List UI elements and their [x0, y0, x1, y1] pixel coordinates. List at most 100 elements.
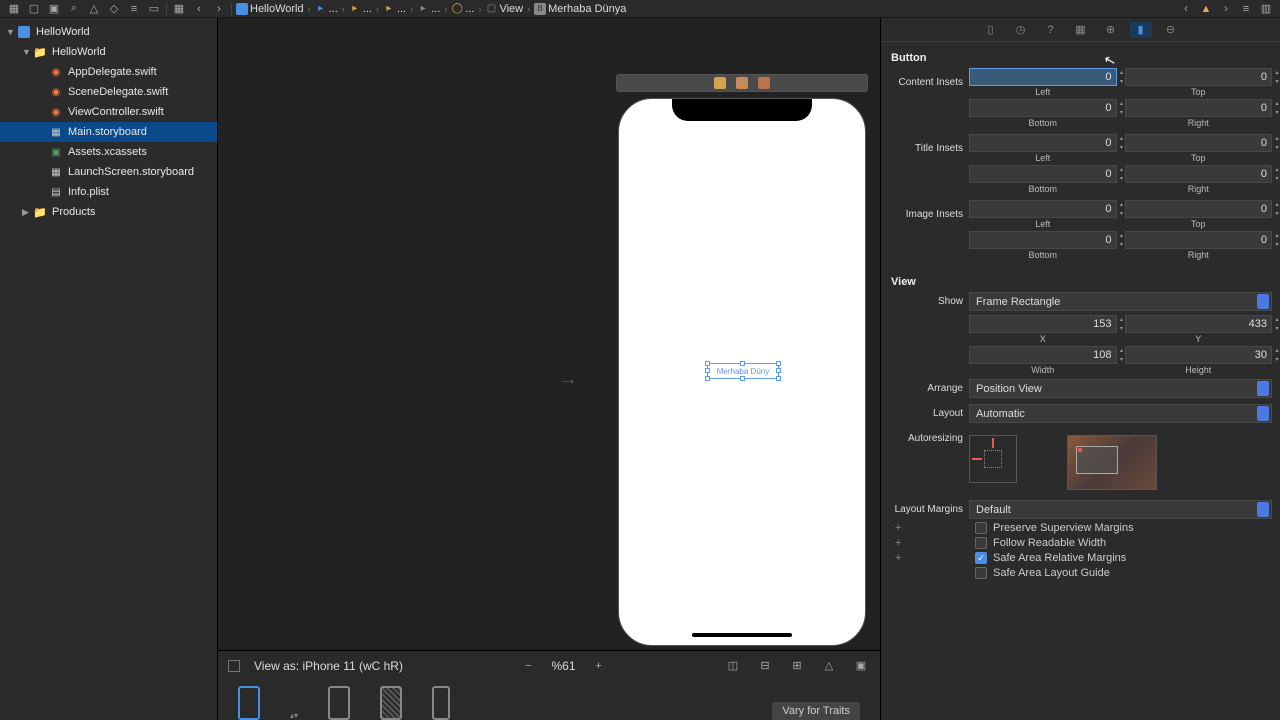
nav-back-icon[interactable]: ‹ — [1176, 2, 1196, 16]
resolve-icon[interactable]: △ — [820, 659, 838, 672]
title-insets-left-input[interactable]: 0▴▾ — [969, 134, 1117, 152]
embed-icon[interactable]: ▣ — [852, 659, 870, 672]
resize-handle[interactable] — [776, 361, 781, 366]
warning-badge-icon[interactable]: ▲ — [1196, 2, 1216, 16]
arrange-dropdown[interactable]: Position View — [969, 379, 1272, 398]
breadcrumb-item[interactable]: ▢View — [483, 3, 525, 15]
panel-icon[interactable]: ▦ — [4, 2, 24, 16]
content-insets-left-input[interactable]: 0▴▾ — [969, 68, 1117, 86]
file-inspector-tab[interactable]: ▯ — [980, 22, 1002, 38]
title-insets-top-input[interactable]: 0▴▾ — [1125, 134, 1273, 152]
test-icon[interactable]: ◇ — [104, 2, 124, 16]
stepper-icon[interactable]: ▴▾ — [1273, 135, 1280, 153]
breadcrumb-project[interactable]: HelloWorld — [234, 3, 306, 15]
x-input[interactable]: 153▴▾ — [969, 315, 1117, 333]
safe-area-relative-checkbox[interactable] — [975, 552, 987, 564]
device-option[interactable] — [432, 686, 450, 720]
stepper-icon[interactable]: ▴▾ — [1273, 166, 1280, 184]
layout-dropdown[interactable]: Automatic — [969, 404, 1272, 423]
file-row[interactable]: ▦LaunchScreen.storyboard — [0, 162, 217, 182]
file-row[interactable]: ◉SceneDelegate.swift — [0, 82, 217, 102]
title-insets-bottom-input[interactable]: 0▴▾ — [969, 165, 1117, 183]
breadcrumb-item[interactable]: ◯... — [449, 3, 476, 15]
connections-inspector-tab[interactable]: ⊖ — [1160, 22, 1182, 38]
forward-button[interactable]: › — [209, 2, 229, 16]
zoom-out-button[interactable]: − — [519, 660, 537, 672]
resize-handle[interactable] — [776, 368, 781, 373]
file-row[interactable]: ▣Assets.xcassets — [0, 142, 217, 162]
canvas-area[interactable]: → Merhaba Düny — [218, 18, 880, 650]
panel-icon[interactable]: ▢ — [24, 2, 44, 16]
add-icon[interactable]: + — [895, 552, 901, 564]
breadcrumb-item[interactable]: ▸... — [313, 3, 340, 15]
scene-toolbar[interactable] — [616, 74, 868, 92]
stepper-icon[interactable]: ▴▾ — [1273, 232, 1280, 250]
layout-margins-dropdown[interactable]: Default — [969, 500, 1272, 519]
show-dropdown[interactable]: Frame Rectangle — [969, 292, 1272, 311]
image-insets-left-input[interactable]: 0▴▾ — [969, 200, 1117, 218]
pin-icon[interactable]: ⊞ — [788, 659, 806, 672]
add-icon[interactable]: + — [895, 537, 901, 549]
nav-forward-icon[interactable]: › — [1216, 2, 1236, 16]
content-insets-top-input[interactable]: 0▴▾ — [1125, 68, 1273, 86]
resize-handle[interactable] — [740, 376, 745, 381]
report-icon[interactable]: ▭ — [144, 2, 164, 16]
breadcrumb-item[interactable]: ▸... — [347, 3, 374, 15]
device-option[interactable] — [238, 686, 260, 720]
strut-top[interactable] — [992, 438, 994, 448]
debug-icon[interactable]: ≡ — [124, 2, 144, 16]
scene-icon[interactable] — [758, 77, 770, 89]
resize-handle[interactable] — [740, 361, 745, 366]
assistant-icon[interactable]: ▥ — [1256, 2, 1276, 16]
file-row[interactable]: ◉ViewController.swift — [0, 102, 217, 122]
attributes-inspector-tab[interactable]: ⊕ — [1100, 22, 1122, 38]
vary-for-traits-button[interactable]: Vary for Traits — [772, 702, 860, 720]
stepper-icon[interactable]: ▴▾ — [1273, 69, 1280, 87]
resize-handle[interactable] — [705, 361, 710, 366]
scene-icon[interactable] — [714, 77, 726, 89]
image-insets-bottom-input[interactable]: 0▴▾ — [969, 231, 1117, 249]
content-insets-bottom-input[interactable]: 0▴▾ — [969, 99, 1117, 117]
view-as-label[interactable]: View as: iPhone 11 (wC hR) — [254, 659, 403, 673]
file-row-selected[interactable]: ▦Main.storyboard — [0, 122, 217, 142]
zoom-level[interactable]: %61 — [551, 659, 575, 673]
resize-handle[interactable] — [705, 368, 710, 373]
device-option[interactable] — [380, 686, 402, 720]
back-button[interactable]: ‹ — [189, 2, 209, 16]
stepper-icon[interactable]: ▴▾ — [1273, 201, 1280, 219]
safe-area-guide-checkbox[interactable] — [975, 567, 987, 579]
related-icon[interactable]: ▦ — [169, 2, 189, 16]
selected-button[interactable]: Merhaba Düny — [707, 363, 779, 379]
y-input[interactable]: 433▴▾ — [1125, 315, 1273, 333]
title-insets-right-input[interactable]: 0▴▾ — [1125, 165, 1273, 183]
constraint-icon[interactable]: ◫ — [724, 659, 742, 672]
file-row[interactable]: ▤Info.plist — [0, 182, 217, 202]
align-icon[interactable]: ⊟ — [756, 659, 774, 672]
history-inspector-tab[interactable]: ◷ — [1010, 22, 1032, 38]
stepper-icon[interactable]: ▴▾ — [290, 711, 298, 720]
device-option[interactable] — [328, 686, 350, 720]
height-input[interactable]: 30▴▾ — [1125, 346, 1273, 364]
width-input[interactable]: 108▴▾ — [969, 346, 1117, 364]
breadcrumb-item[interactable]: BMerhaba Dünya — [532, 3, 628, 15]
group-row[interactable]: ▼📁HelloWorld — [0, 42, 217, 62]
file-row[interactable]: ◉AppDelegate.swift — [0, 62, 217, 82]
project-row[interactable]: ▼HelloWorld — [0, 22, 217, 42]
resize-handle[interactable] — [776, 376, 781, 381]
warning-icon[interactable]: △ — [84, 2, 104, 16]
preserve-superview-checkbox[interactable] — [975, 522, 987, 534]
stepper-icon[interactable]: ▴▾ — [1273, 100, 1280, 118]
panel-icon[interactable]: ▣ — [44, 2, 64, 16]
stepper-icon[interactable]: ▴▾ — [1273, 316, 1280, 334]
image-insets-right-input[interactable]: 0▴▾ — [1125, 231, 1273, 249]
follow-readable-checkbox[interactable] — [975, 537, 987, 549]
breadcrumb-item[interactable]: ▸... — [381, 3, 408, 15]
outline-icon[interactable]: ≡ — [1236, 2, 1256, 16]
help-inspector-tab[interactable]: ? — [1040, 22, 1062, 38]
content-insets-right-input[interactable]: 0▴▾ — [1125, 99, 1273, 117]
identity-inspector-tab[interactable]: ▦ — [1070, 22, 1092, 38]
autoresizing-control[interactable] — [969, 435, 1017, 483]
stepper-icon[interactable]: ▴▾ — [1273, 347, 1280, 365]
image-insets-top-input[interactable]: 0▴▾ — [1125, 200, 1273, 218]
size-inspector-tab[interactable]: ▮ — [1130, 22, 1152, 38]
